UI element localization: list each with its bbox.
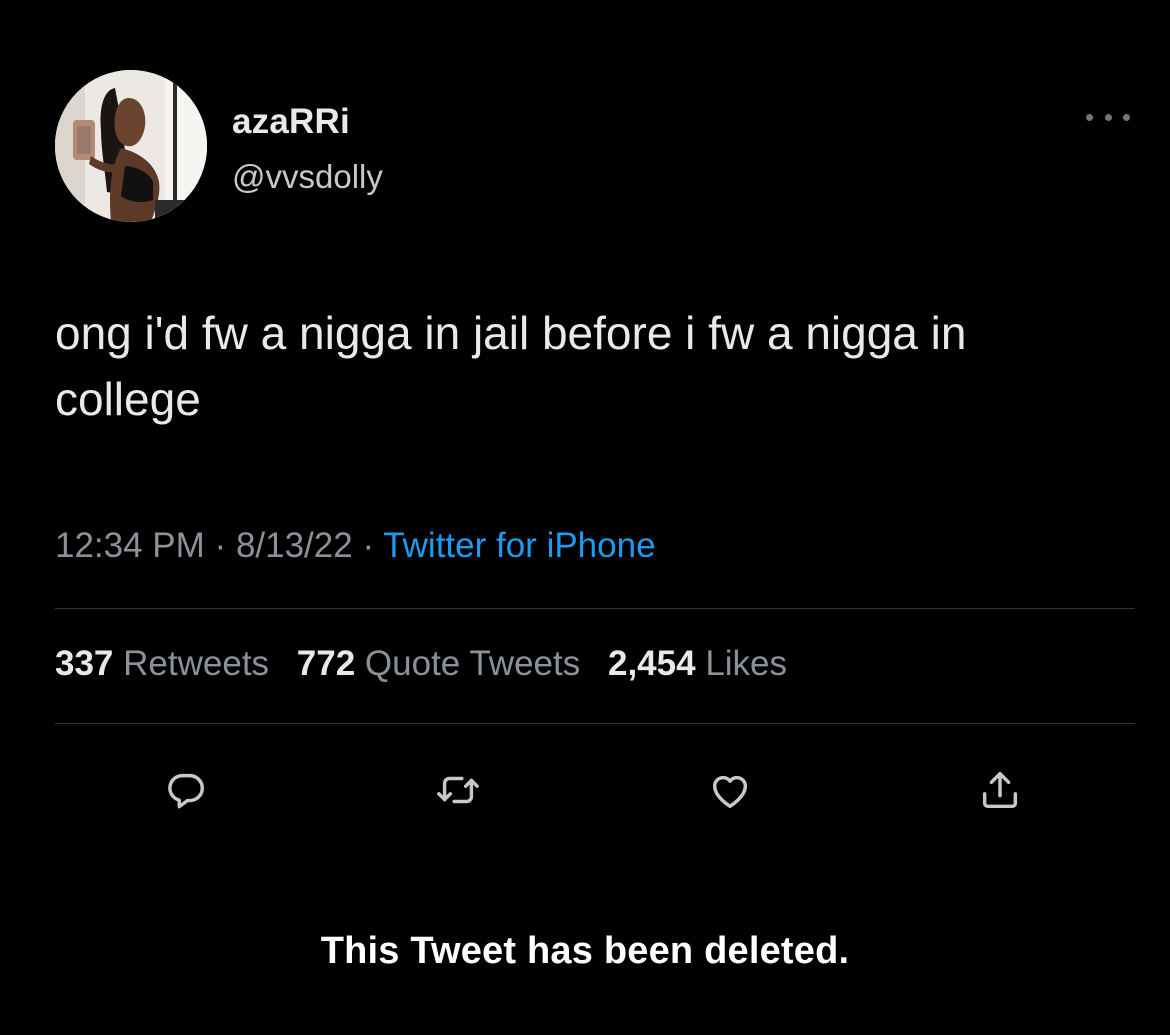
share-button[interactable] [970,760,1030,820]
likes-stat[interactable]: 2,454 Likes [608,644,787,683]
quotes-label: Quote Tweets [364,644,581,683]
display-name[interactable]: azaRRi [232,102,350,142]
tweet-stats: 337 Retweets 772 Quote Tweets 2,454 Like… [55,644,805,684]
meta-separator: · [362,526,375,565]
meta-separator: · [214,526,227,565]
tweet-source-link[interactable]: Twitter for iPhone [383,526,655,565]
more-dot [1086,113,1093,121]
quote-tweets-stat[interactable]: 772 Quote Tweets [297,644,580,683]
retweet-button[interactable] [428,760,488,820]
more-options-icon[interactable] [1086,105,1130,129]
deleted-notice: This Tweet has been deleted. [320,930,850,972]
retweets-stat[interactable]: 337 Retweets [55,644,269,683]
like-button[interactable] [700,760,760,820]
tweet-actions [0,760,1170,820]
divider [55,608,1135,609]
more-dot [1123,113,1130,121]
avatar[interactable] [55,70,207,222]
reply-icon [168,773,205,809]
more-dot [1104,113,1112,121]
likes-label: Likes [705,644,788,683]
retweets-label: Retweets [123,644,270,683]
quotes-count: 772 [296,644,356,683]
tweet-time[interactable]: 12:34 PM [55,526,205,565]
share-icon [982,771,1018,809]
retweets-count: 337 [55,644,114,683]
tweet-card: azaRRi @vvsdolly ong i'd fw a nigga in j… [0,0,1170,1035]
tweet-text: ong i'd fw a nigga in jail before i fw a… [55,307,967,425]
user-handle[interactable]: @vvsdolly [232,158,383,196]
tweet-meta: 12:34 PM · 8/13/22 · Twitter for iPhone [55,526,656,566]
divider [55,723,1135,724]
heart-icon [712,775,748,809]
retweet-icon [437,776,479,804]
likes-count: 2,454 [607,644,696,683]
profile-photo-icon [55,70,207,222]
tweet-date[interactable]: 8/13/22 [236,526,353,565]
reply-button[interactable] [156,760,216,820]
